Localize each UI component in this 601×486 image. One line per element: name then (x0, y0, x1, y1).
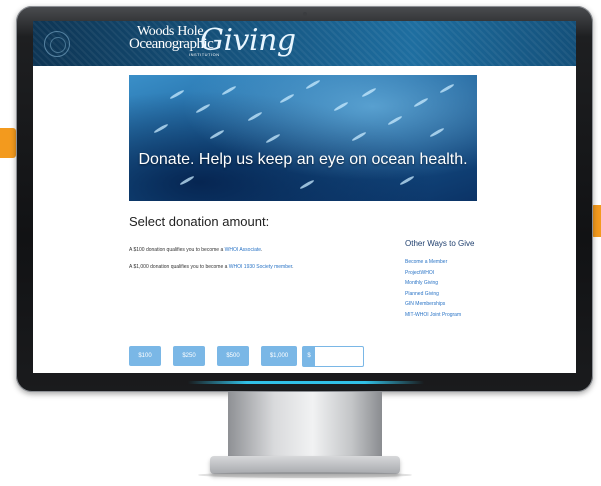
hero-banner: Donate. Help us keep an eye on ocean hea… (129, 75, 477, 201)
camera-icon (303, 12, 307, 16)
monitor-stand (228, 392, 382, 466)
fish-graphic (221, 85, 237, 96)
hero-caption: Donate. Help us keep an eye on ocean hea… (138, 151, 468, 168)
fish-graphic (265, 133, 281, 144)
whoi-associate-link[interactable]: WHOI Associate (225, 247, 261, 253)
stand-shadow (198, 472, 412, 478)
fish-graphic (169, 89, 185, 100)
currency-prefix: $ (303, 347, 315, 366)
orange-accent-left (0, 128, 16, 158)
link-monthly-giving[interactable]: Monthly Giving (405, 278, 461, 289)
amount-1000-button[interactable]: $1,000 (261, 346, 297, 366)
other-ways-title: Other Ways to Give (405, 239, 475, 248)
fish-graphic (333, 101, 349, 112)
fish-graphic (209, 129, 225, 140)
fish-graphic (387, 115, 403, 126)
note-text-end: . (292, 264, 294, 270)
fish-graphic (361, 87, 377, 98)
fish-graphic (153, 123, 169, 134)
fish-graphic (247, 111, 263, 122)
link-gin-memberships[interactable]: GIN Memberships (405, 299, 461, 310)
fish-graphic (429, 127, 445, 138)
fish-graphic (195, 103, 211, 114)
monitor-screen: Woods Hole Oceanographic INSTITUTION Giv… (33, 21, 576, 373)
chin-glow-line (188, 381, 424, 384)
donation-section-title: Select donation amount: (129, 214, 270, 229)
note-text-end: . (261, 247, 263, 253)
amount-250-button[interactable]: $250 (173, 346, 205, 366)
donation-note-associate: A $100 donation qualifies you to become … (129, 247, 262, 254)
fish-graphic (413, 97, 429, 108)
whoi-1930-society-link[interactable]: WHOI 1930 Society member (229, 264, 292, 270)
other-amount-input[interactable] (316, 347, 365, 366)
link-mit-whoi-joint-program[interactable]: MIT-WHOI Joint Program (405, 310, 461, 321)
amount-500-button[interactable]: $500 (217, 346, 249, 366)
giving-wordmark: Giving (200, 23, 296, 58)
fish-graphic (351, 131, 367, 142)
note-text: A $100 donation qualifies you to become … (129, 247, 225, 253)
link-become-member[interactable]: Become a Member (405, 257, 461, 268)
fish-graphic (299, 179, 315, 190)
amount-100-button[interactable]: $100 (129, 346, 161, 366)
donation-note-1930-society: A $1,000 donation qualifies you to becom… (129, 264, 294, 271)
other-amount-field: $ (302, 346, 365, 367)
link-planned-giving[interactable]: Planned Giving (405, 289, 461, 300)
site-header: Woods Hole Oceanographic INSTITUTION Giv… (33, 21, 576, 66)
other-ways-list: Become a Member ProjectWHOI Monthly Givi… (405, 257, 461, 320)
note-text: A $1,000 donation qualifies you to becom… (129, 264, 229, 270)
fish-graphic (279, 93, 295, 104)
seal-icon (44, 31, 70, 57)
seal-inner (50, 37, 66, 53)
fish-graphic (439, 83, 455, 94)
fish-graphic (179, 175, 195, 186)
fish-graphic (305, 79, 321, 90)
link-projectwhoi[interactable]: ProjectWHOI (405, 268, 461, 279)
fish-graphic (399, 175, 415, 186)
